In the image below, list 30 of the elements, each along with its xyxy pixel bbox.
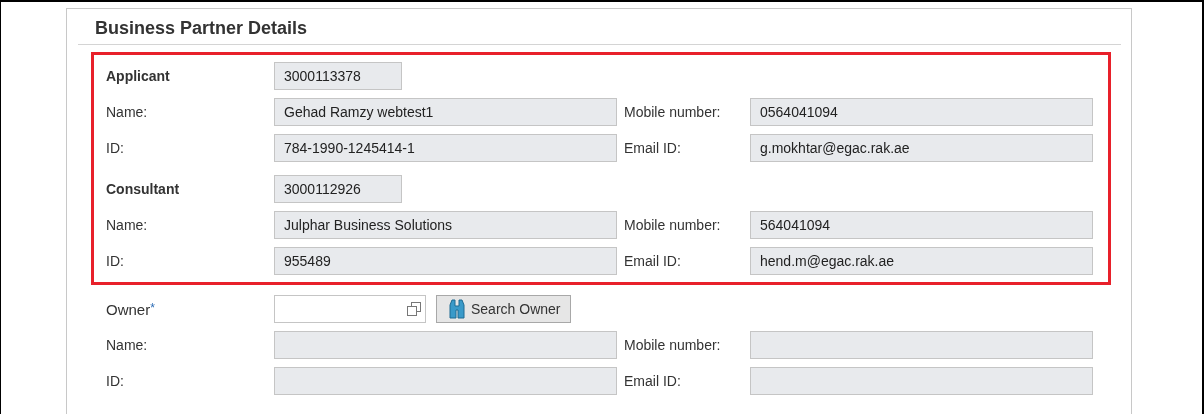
field-label: Email ID: xyxy=(624,253,682,269)
field-label: ID: xyxy=(106,253,125,269)
value-field: g.mokhtar@egac.rak.ae xyxy=(750,134,1093,162)
panel-title: Business Partner Details xyxy=(94,17,309,40)
role-label: Applicant xyxy=(106,68,171,84)
field-label: Mobile number: xyxy=(624,337,722,353)
field-label: Name: xyxy=(106,104,149,120)
value-field: hend.m@egac.rak.ae xyxy=(750,247,1093,275)
number-field: 3000113378 xyxy=(274,62,402,90)
number-field: 3000112926 xyxy=(274,175,402,203)
role-label: Owner$^{*}$ xyxy=(106,300,156,318)
field-label: ID: xyxy=(106,140,125,156)
owner-input-field[interactable] xyxy=(274,295,426,323)
value-field: Julphar Business Solutions xyxy=(274,211,617,239)
value-field: 784-1990-1245414-1 xyxy=(274,134,617,162)
field-label: Name: xyxy=(106,217,149,233)
field-label: Email ID: xyxy=(624,140,682,156)
value-field: 564041094 xyxy=(750,211,1093,239)
value-field: 955489 xyxy=(274,247,617,275)
field-label: Mobile number: xyxy=(624,217,722,233)
role-label: Consultant xyxy=(106,181,181,197)
field-label: Name: xyxy=(106,337,149,353)
binoculars-icon xyxy=(449,299,465,319)
value-field: Gehad Ramzy webtest1 xyxy=(274,98,617,126)
value-help-icon[interactable] xyxy=(406,301,422,317)
field-label: ID: xyxy=(106,373,125,389)
search-owner-button[interactable]: Search Owner xyxy=(436,295,572,323)
field-label: Email ID: xyxy=(624,373,682,389)
field-label: Mobile number: xyxy=(624,104,722,120)
value-field: 0564041094 xyxy=(750,98,1093,126)
